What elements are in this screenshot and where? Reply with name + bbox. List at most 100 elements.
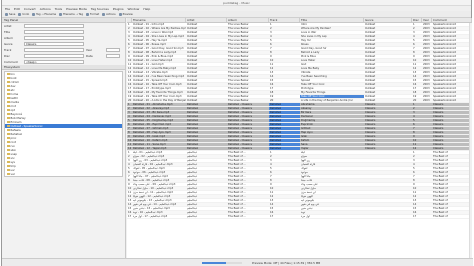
table-cell: Rahatsız - Classics xyxy=(228,103,252,106)
table-row[interactable]: 17 عبدالحليم - 17 - أول مرة.mp3 عبدالحليم T… xyxy=(127,215,472,219)
menu-tools[interactable]: Tools xyxy=(55,7,62,11)
table-cell: Outkast xyxy=(365,47,376,50)
table-cell: Rahatsız - 01 - Abrahama.mp3 xyxy=(133,103,173,106)
field-label: Year xyxy=(86,48,92,52)
table-cell: Outkast xyxy=(187,39,198,42)
table-cell: Rahatsız - Classics xyxy=(228,123,252,126)
toolbar-button-3[interactable]: Filename → Tag xyxy=(59,12,83,16)
toolbar-button-1[interactable]: Undo xyxy=(18,12,29,16)
table-cell xyxy=(364,187,412,190)
table-cell: عبدالحليم - 05 - أهواك.mp3 xyxy=(133,167,165,170)
folder-icon xyxy=(7,141,10,143)
menu-plugins[interactable]: Plugins xyxy=(113,7,124,11)
toolbar-label: Actions xyxy=(106,12,116,16)
folder-icon xyxy=(7,137,10,139)
toolbar-button-0[interactable]: Save xyxy=(5,12,15,16)
column-header[interactable]: Artist xyxy=(186,18,227,22)
table-cell: Esprimizi xyxy=(301,123,313,126)
file-table: Filename Artist Album Track Title Genre Disc Ye… xyxy=(127,18,472,258)
table-cell: Outkast xyxy=(187,99,198,102)
field-input[interactable] xyxy=(24,23,84,29)
menu-convert[interactable]: Convert xyxy=(24,7,36,11)
field-label: Date xyxy=(86,54,93,58)
table-cell: عبدالحليم xyxy=(187,159,198,162)
field-input[interactable] xyxy=(106,53,120,59)
field-input[interactable] xyxy=(24,53,84,59)
table-cell: 17 xyxy=(413,87,417,90)
table-cell: Bir Kere xyxy=(301,111,312,114)
table-cell: Classics xyxy=(365,143,376,146)
column-header[interactable]: Disc xyxy=(412,18,422,22)
column-header[interactable]: Comment xyxy=(432,18,472,22)
table-cell: 2003 xyxy=(423,23,430,26)
table-cell: Intro xyxy=(301,23,308,26)
table-cell: The Best of ... xyxy=(228,215,247,218)
table-cell: عبدالحليم xyxy=(187,171,198,174)
table-cell: The Best of xyxy=(433,175,448,178)
table-cell: The Best of xyxy=(433,167,448,170)
field-input[interactable]: Classics xyxy=(24,41,84,47)
table-cell: 6 xyxy=(413,43,415,46)
table-cell: 18 xyxy=(413,91,417,94)
tree-item[interactable]: var xyxy=(5,172,122,176)
table-cell: The Love Below xyxy=(228,47,249,50)
table-cell: Rahatsız xyxy=(269,119,300,122)
folder-icon xyxy=(7,165,10,167)
progress-fill xyxy=(202,262,226,264)
folder-icon xyxy=(7,93,10,95)
table-cell: The Best of ... xyxy=(228,159,247,162)
table-cell: Hep Aynı xyxy=(301,131,313,134)
table-cell: SpeakerboxxxxxX xyxy=(433,39,457,42)
table-cell: SpeakerboxxxxxX xyxy=(433,95,457,98)
table-cell: The Best of ... xyxy=(228,191,247,194)
toolbar-button-6[interactable]: Preview xyxy=(118,12,133,16)
menu-actions[interactable]: Actions xyxy=(40,7,51,11)
menu-file[interactable]: File xyxy=(5,7,10,11)
table-cell: 2003 xyxy=(423,99,430,102)
table-cell: Classics xyxy=(433,115,444,118)
field-input[interactable] xyxy=(106,47,120,53)
folder-icon xyxy=(7,149,10,151)
table-cell: 11 xyxy=(413,63,417,66)
field-input[interactable] xyxy=(24,35,84,41)
table-cell: 20 xyxy=(270,99,274,102)
toolbar-button-2[interactable]: Tag → Filename xyxy=(32,12,56,16)
field-input[interactable] xyxy=(24,47,84,53)
menu-window[interactable]: Window xyxy=(128,7,140,11)
table-cell xyxy=(364,191,412,194)
vertical-scrollbar[interactable] xyxy=(469,23,472,258)
column-header[interactable]: Title xyxy=(300,18,364,22)
table-cell: عبدالحليم xyxy=(187,179,198,182)
table-cell: SpeakerboxxxxxX xyxy=(433,31,457,34)
table-cell: Outkast - 07 - Good Day, Good Sir.mp3 xyxy=(133,47,184,50)
table-cell: Sana xyxy=(301,143,308,146)
table-cell: عبدالحليم xyxy=(187,203,198,206)
column-header[interactable]: Year xyxy=(422,18,432,22)
column-header[interactable]: Genre xyxy=(364,18,412,22)
table-cell: Outkast xyxy=(365,59,376,62)
table-cell: قارئة الفنجان xyxy=(301,163,316,166)
menu-help[interactable]: Help xyxy=(143,7,150,11)
menu-edit[interactable]: Edit xyxy=(14,7,20,11)
table-cell: SpeakerboxxxxxX xyxy=(433,83,457,86)
table-cell xyxy=(422,171,432,174)
column-header[interactable]: Album xyxy=(227,18,269,22)
table-cell: Rahatsız - 05 - Doğmamış.mp3 xyxy=(133,119,174,122)
table-cell: عبدالحليم xyxy=(187,151,198,154)
column-header[interactable]: Track xyxy=(269,18,300,22)
field-input[interactable] xyxy=(24,29,84,35)
field-input[interactable]: <Keep> xyxy=(24,59,84,65)
table-cell: أهواك xyxy=(301,167,308,170)
menu-tag-sources[interactable]: Tag Sources xyxy=(91,7,109,11)
table-cell: 12 xyxy=(270,195,274,198)
toolbar-button-5[interactable]: Actions xyxy=(102,12,116,16)
menu-preview-mode[interactable]: Preview Mode xyxy=(66,7,87,11)
toolbar-button-4[interactable]: Format xyxy=(86,12,99,16)
filesystem-tree[interactable]: bin boot cdrom dev etc home keithl media mnt opt B… xyxy=(4,71,123,177)
table-cell: The Best of xyxy=(433,191,448,194)
table-cell: 2003 xyxy=(423,75,430,78)
column-header[interactable]: Filename xyxy=(132,18,186,22)
table-cell: Rahatsız xyxy=(187,127,199,130)
table-cell: Rahatsız - Classics xyxy=(228,115,252,118)
table-cell: Classics xyxy=(433,127,444,130)
